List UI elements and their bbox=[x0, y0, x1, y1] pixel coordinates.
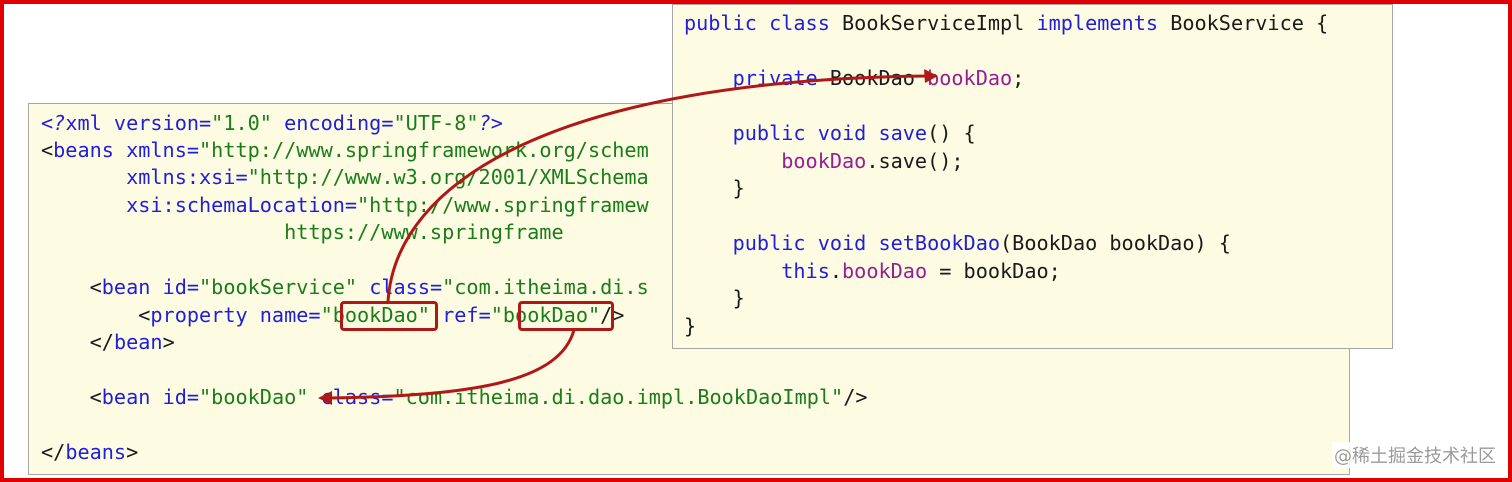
connector-arrows bbox=[318, 69, 938, 405]
name-to-field-arrowhead bbox=[924, 69, 938, 83]
ref-to-bean-arrowhead bbox=[318, 391, 332, 405]
ref-to-bean-arrow bbox=[329, 329, 576, 400]
name-to-field-arrow bbox=[386, 74, 929, 303]
watermark-text: @稀土掘金技术社区 bbox=[1332, 442, 1498, 468]
